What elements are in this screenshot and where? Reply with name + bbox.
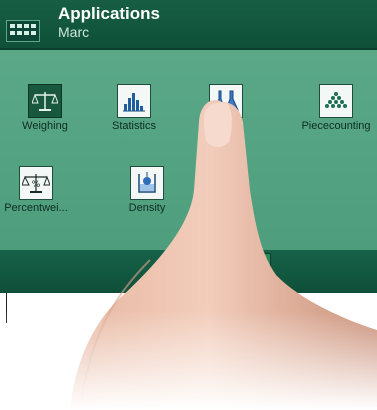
header-bar: Applications Marc (0, 0, 377, 50)
app-label: Percentwei... (4, 202, 68, 214)
app-tile[interactable] (117, 84, 151, 118)
pile-icon (325, 92, 347, 108)
flask-icon (213, 90, 239, 111)
app-label: Statistics (111, 120, 156, 132)
app-label: Weighing (22, 120, 68, 132)
app-percentweighing[interactable]: % Percentwei... (0, 166, 76, 214)
footer-button[interactable] (233, 253, 271, 273)
app-weighing[interactable]: Weighing (5, 84, 85, 132)
app-label: F...ion (211, 120, 241, 132)
bar-chart-icon (123, 93, 145, 112)
beaker-icon (138, 172, 156, 193)
app-tile[interactable]: % (19, 166, 53, 200)
app-piececounting[interactable]: Piececounting (296, 84, 376, 132)
app-label: Piececounting (301, 120, 371, 132)
balance-screen: Applications Marc Weighing Statistics F.… (0, 0, 377, 293)
app-label: Density (128, 202, 166, 214)
app-density[interactable]: Density (107, 166, 187, 214)
footer-bar (0, 250, 377, 293)
menu-button[interactable] (6, 20, 40, 42)
balance-icon (32, 92, 58, 111)
app-tile[interactable] (130, 166, 164, 200)
app-tile[interactable] (319, 84, 353, 118)
app-formulation[interactable]: F...ion (186, 84, 266, 132)
app-grid: Weighing Statistics F...ion Piececountin… (0, 50, 377, 250)
app-tile[interactable] (209, 84, 243, 118)
page-title: Applications (58, 4, 161, 23)
grid-menu-icon (10, 24, 36, 38)
user-name: Marc (58, 24, 90, 40)
app-statistics[interactable]: Statistics (94, 84, 174, 132)
stand-line (6, 293, 7, 323)
percent-balance-icon: % (22, 174, 50, 193)
app-tile[interactable] (28, 84, 62, 118)
svg-text:%: % (32, 180, 41, 190)
